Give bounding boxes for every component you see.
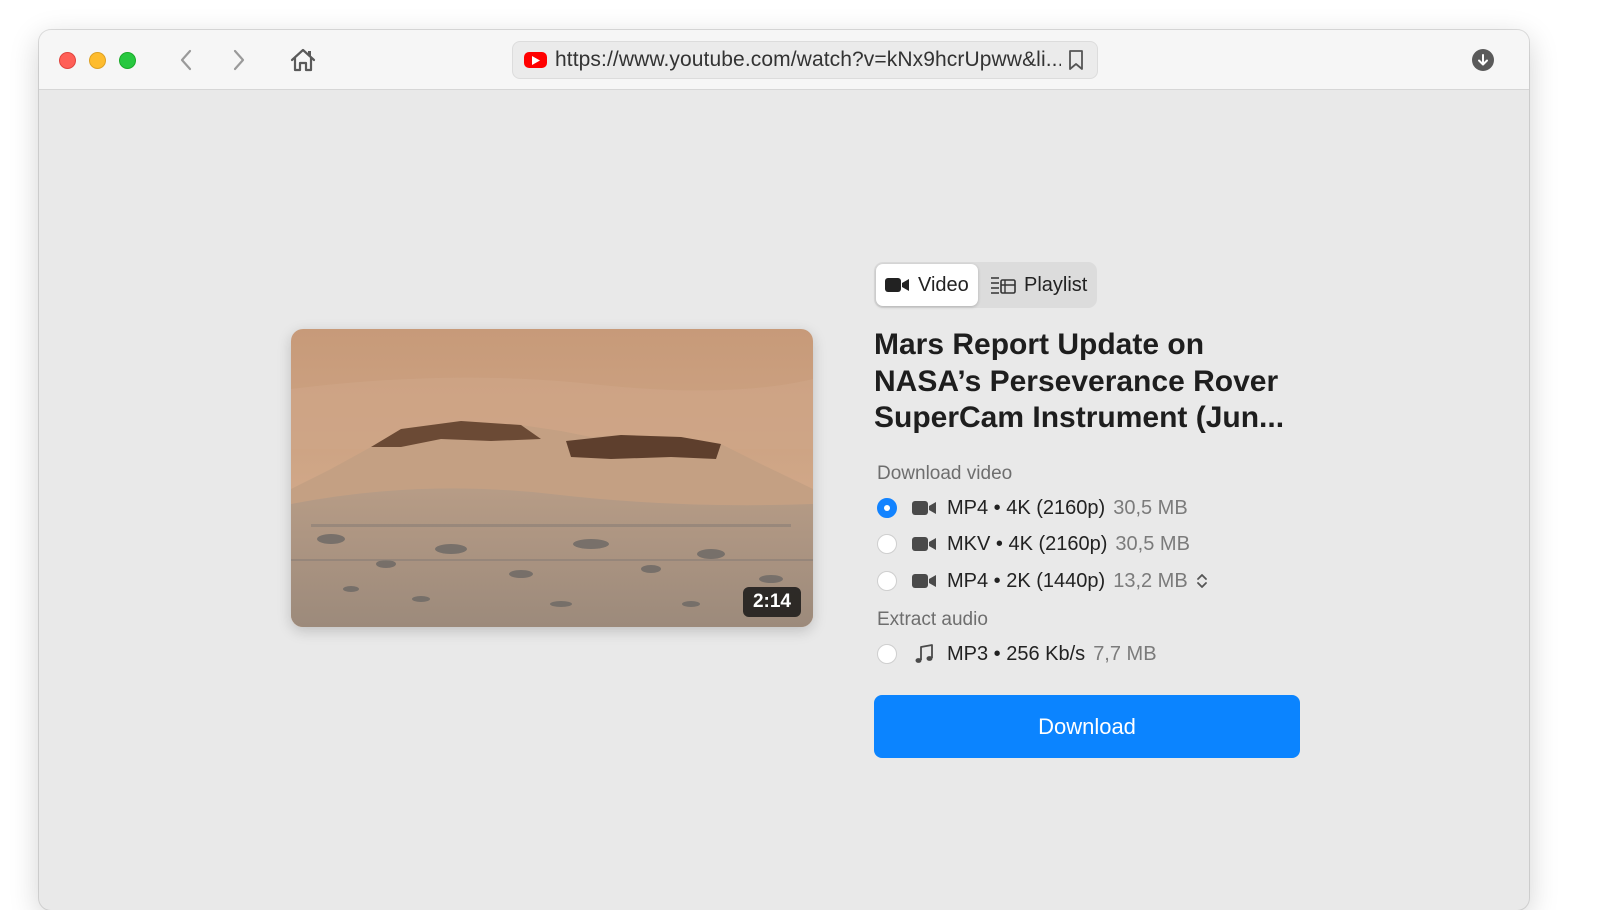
tab-video[interactable]: Video xyxy=(876,264,978,306)
option-size: 30,5 MB xyxy=(1113,496,1188,519)
home-icon xyxy=(290,48,316,72)
option-label: MP4 • 4K (2160p) xyxy=(947,496,1106,519)
playlist-icon xyxy=(991,277,1016,294)
option-label: MP3 • 256 Kb/s xyxy=(947,642,1086,665)
tab-video-label: Video xyxy=(918,273,969,296)
radio-mp4-4k[interactable] xyxy=(877,498,897,518)
tab-playlist-label: Playlist xyxy=(1024,273,1088,296)
music-note-icon xyxy=(911,643,937,665)
download-button[interactable]: Download xyxy=(874,695,1300,758)
option-mkv-4k[interactable]: MKV • 4K (2160p) 30,5 MB xyxy=(877,530,1190,558)
bookmark-icon xyxy=(1069,50,1083,70)
address-bar[interactable]: https://www.youtube.com/watch?v=kNx9hcrU… xyxy=(512,41,1098,79)
download-video-label: Download video xyxy=(877,463,1013,484)
option-mp4-4k[interactable]: MP4 • 4K (2160p) 30,5 MB xyxy=(877,494,1188,522)
option-label: MP4 • 2K (1440p) xyxy=(947,569,1106,592)
youtube-icon xyxy=(524,52,547,68)
radio-mkv-4k[interactable] xyxy=(877,534,897,554)
option-size: 30,5 MB xyxy=(1115,532,1190,555)
forward-button[interactable] xyxy=(225,46,253,74)
video-camera-icon xyxy=(911,572,937,590)
radio-mp4-2k[interactable] xyxy=(877,571,897,591)
option-mp3-256[interactable]: MP3 • 256 Kb/s 7,7 MB xyxy=(877,640,1157,668)
video-camera-icon xyxy=(885,278,909,292)
minimize-window-button[interactable] xyxy=(89,52,106,69)
updown-chevron-icon[interactable] xyxy=(1196,572,1208,590)
chevron-right-icon xyxy=(233,49,245,71)
url-text[interactable]: https://www.youtube.com/watch?v=kNx9hcrU… xyxy=(555,48,1061,72)
close-window-button[interactable] xyxy=(59,52,76,69)
option-size: 13,2 MB xyxy=(1113,569,1188,592)
bookmark-button[interactable] xyxy=(1061,49,1091,71)
radio-mp3-256[interactable] xyxy=(877,644,897,664)
browser-window: https://www.youtube.com/watch?v=kNx9hcrU… xyxy=(39,30,1529,910)
video-camera-icon xyxy=(911,535,937,553)
mode-segmented-control: Video Playlist xyxy=(874,262,1097,308)
downloads-button[interactable] xyxy=(1472,49,1494,71)
tab-playlist[interactable]: Playlist xyxy=(986,264,1094,306)
option-label: MKV • 4K (2160p) xyxy=(947,532,1108,555)
extract-audio-label: Extract audio xyxy=(877,609,988,630)
download-circle-icon xyxy=(1478,53,1488,65)
zoom-window-button[interactable] xyxy=(119,52,136,69)
video-duration-badge: 2:14 xyxy=(742,587,801,617)
home-button[interactable] xyxy=(289,46,317,74)
chevron-left-icon xyxy=(180,49,192,71)
back-button[interactable] xyxy=(172,46,200,74)
option-size: 7,7 MB xyxy=(1093,642,1157,665)
video-title: Mars Report Update on NASA’s Perseveranc… xyxy=(874,328,1285,434)
mars-landscape-image xyxy=(291,329,813,627)
browser-toolbar: https://www.youtube.com/watch?v=kNx9hcrU… xyxy=(39,30,1529,90)
video-camera-icon xyxy=(911,499,937,517)
video-thumbnail[interactable]: 2:14 xyxy=(291,329,813,627)
option-mp4-2k[interactable]: MP4 • 2K (1440p) 13,2 MB xyxy=(877,567,1208,595)
